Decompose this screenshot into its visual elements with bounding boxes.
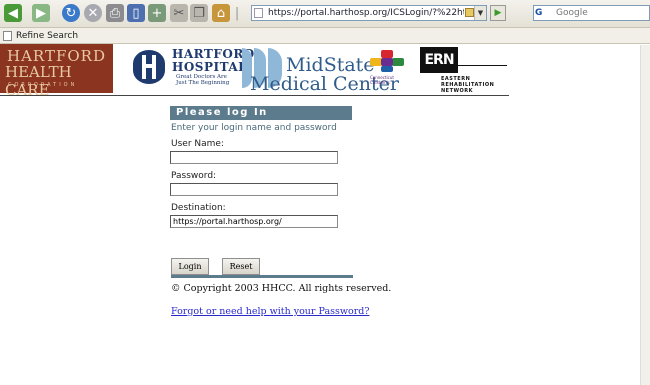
- connecticut-childrens-mark-icon: [370, 50, 404, 72]
- print-icon[interactable]: ⎙: [106, 4, 124, 22]
- hhc-logo-line2: HEALTH CARE: [5, 63, 72, 99]
- ccmc-logo-text: Connecticut Children's: [370, 75, 394, 85]
- bookmark-refine-search[interactable]: Refine Search: [3, 29, 78, 42]
- username-field[interactable]: [170, 151, 338, 164]
- destination-field[interactable]: [170, 215, 338, 228]
- hartford-hospital-emblem-icon: [133, 50, 165, 84]
- reload-icon[interactable]: ↻: [62, 4, 80, 22]
- bookmark-page-icon: [3, 30, 12, 41]
- logo-banner: HARTFORD HEALTH CARE CORPORATION HARTFOR…: [0, 44, 650, 99]
- password-label: Password:: [171, 171, 217, 181]
- home-icon[interactable]: ⌂: [212, 4, 230, 22]
- address-dropdown-icon[interactable]: ▼: [474, 6, 486, 20]
- address-bar[interactable]: ▼: [251, 5, 487, 21]
- separator-icon: |: [234, 5, 240, 21]
- cut-icon[interactable]: ✂: [170, 4, 188, 22]
- address-input[interactable]: [266, 6, 464, 20]
- username-label: User Name:: [171, 139, 224, 149]
- search-engine-icon[interactable]: G: [535, 7, 553, 19]
- login-hint: Enter your login name and password: [171, 123, 337, 133]
- lock-icon: [465, 8, 474, 17]
- hh-logo-line2: HOSPITAL: [172, 60, 248, 74]
- hartford-health-care-logo: HARTFORD HEALTH CARE CORPORATION: [0, 44, 113, 99]
- new-tab-icon[interactable]: +: [148, 4, 166, 22]
- bookmark-label: Refine Search: [16, 30, 79, 41]
- vertical-scrollbar[interactable]: [640, 45, 650, 385]
- browser-toolbar: ◀ ▶ ↻ ✕ ⎙ ▯ + ✂ ❐ ⌂ | ▼ ▶ G: [0, 0, 650, 28]
- hhc-logo-line3: CORPORATION: [8, 82, 78, 88]
- password-field[interactable]: [170, 183, 338, 196]
- ern-logo-line: [455, 65, 507, 66]
- search-box[interactable]: G: [533, 5, 650, 21]
- destination-label: Destination:: [171, 203, 226, 213]
- hh-tagline2: Just The Beginning: [176, 80, 230, 86]
- bookmark-icon[interactable]: ▯: [127, 4, 145, 22]
- go-icon[interactable]: ▶: [490, 5, 506, 21]
- copyright-text: © Copyright 2003 HHCC. All rights reserv…: [171, 283, 392, 294]
- login-header: Please log In: [170, 106, 352, 120]
- login-button[interactable]: Login: [171, 258, 209, 275]
- search-input[interactable]: [556, 6, 636, 20]
- bookmarks-bar: Refine Search: [0, 28, 650, 44]
- page-icon: [254, 8, 263, 18]
- banner-divider: [0, 95, 509, 96]
- button-divider: [171, 275, 353, 278]
- forward-icon[interactable]: ▶: [32, 4, 50, 22]
- reset-button[interactable]: Reset: [222, 258, 260, 275]
- stop-icon[interactable]: ✕: [84, 4, 102, 22]
- back-icon[interactable]: ◀: [4, 4, 22, 22]
- ern-logo-mark: ERN: [420, 47, 458, 73]
- copy-icon[interactable]: ❐: [190, 4, 208, 22]
- forgot-password-link[interactable]: Forgot or need help with your Password?: [171, 306, 369, 317]
- ern-logo-text: EASTERN REHABILITATION NETWORK: [441, 76, 495, 94]
